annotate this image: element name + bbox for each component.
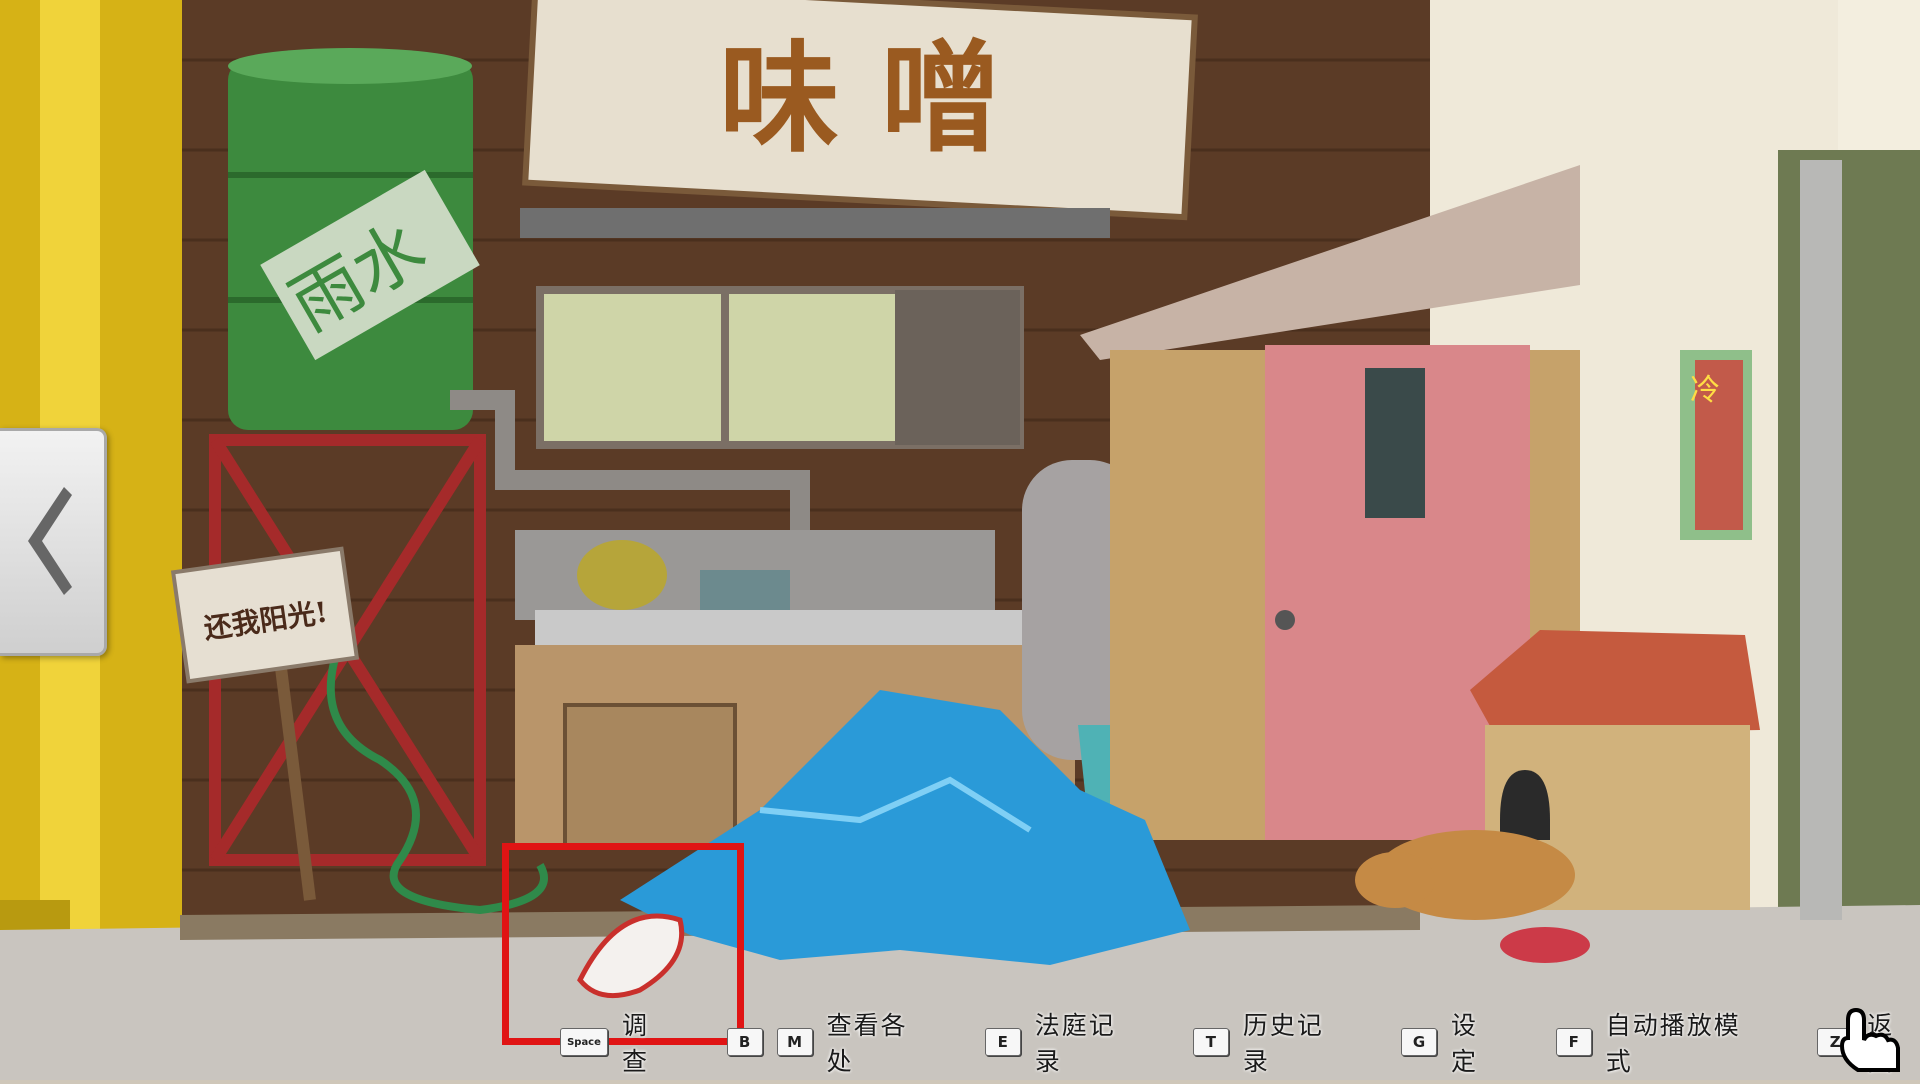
control-settings[interactable]: G 设定 bbox=[1401, 1006, 1504, 1078]
scene-art: 雨水 味 噌 冷 还我阳光! bbox=[0, 0, 1920, 1080]
control-investigate[interactable]: Space 调查 bbox=[560, 1006, 675, 1078]
control-label: 历史记录 bbox=[1242, 1011, 1324, 1076]
controls-bar: Space 调查 B M 查看各处 E 法庭记录 T 历史记录 G 设定 F 自… bbox=[560, 1011, 1920, 1076]
key-badge: G bbox=[1401, 1028, 1437, 1056]
control-b[interactable]: B bbox=[726, 1028, 763, 1056]
key-badge: F bbox=[1555, 1028, 1592, 1056]
key-badge: E bbox=[984, 1028, 1021, 1056]
key-badge: T bbox=[1192, 1028, 1229, 1056]
control-label: 自动播放模式 bbox=[1605, 1011, 1741, 1076]
control-label: 查看各处 bbox=[826, 1011, 908, 1076]
control-move[interactable]: M 查看各处 bbox=[776, 1006, 933, 1078]
shop-sign-text: 味 噌 bbox=[719, 28, 1001, 169]
control-history[interactable]: T 历史记录 bbox=[1192, 1006, 1349, 1078]
investigation-scene[interactable]: 雨水 味 噌 冷 还我阳光! bbox=[0, 0, 1920, 1080]
key-badge: Space bbox=[560, 1028, 608, 1056]
pointer-hand-icon bbox=[1828, 1000, 1908, 1084]
poster-text: 冷 bbox=[1690, 373, 1720, 408]
key-badge: M bbox=[776, 1028, 813, 1056]
control-label: 法庭记录 bbox=[1034, 1011, 1116, 1076]
control-autoplay[interactable]: F 自动播放模式 bbox=[1555, 1006, 1765, 1078]
back-arrow-button[interactable] bbox=[0, 428, 107, 656]
control-label: 调查 bbox=[622, 1011, 650, 1076]
control-court-record[interactable]: E 法庭记录 bbox=[984, 1006, 1141, 1078]
chevron-left-icon bbox=[28, 487, 72, 595]
control-label: 设定 bbox=[1451, 1011, 1479, 1076]
key-badge: B bbox=[726, 1028, 763, 1056]
